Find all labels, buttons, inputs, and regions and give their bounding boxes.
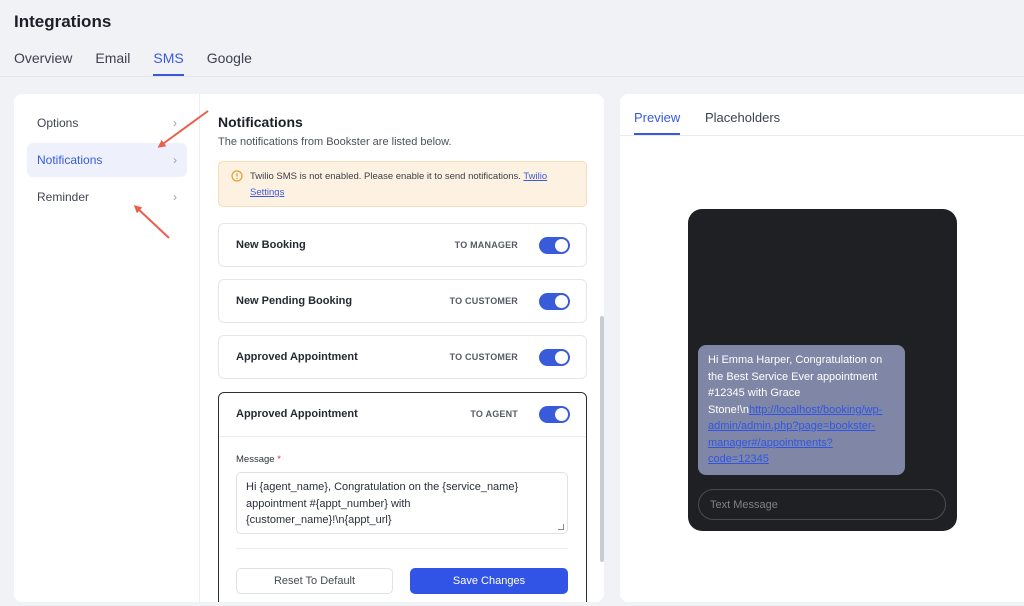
chevron-right-icon: › [173, 116, 177, 130]
warning-text: Twilio SMS is not enabled. Please enable… [250, 171, 521, 182]
sidebar-item-label: Options [37, 116, 79, 130]
tab-google[interactable]: Google [207, 50, 252, 76]
divider [236, 548, 568, 549]
tab-email[interactable]: Email [95, 50, 130, 76]
appointment-link[interactable]: manager#/appointments? [708, 437, 833, 449]
appointment-link[interactable]: code=12345 [708, 453, 769, 465]
scrollbar[interactable] [600, 316, 604, 562]
enable-toggle[interactable] [539, 237, 570, 254]
notifications-content: Notifications The notifications from Boo… [218, 94, 594, 602]
save-changes-button[interactable]: Save Changes [410, 568, 568, 594]
notification-name: Approved Appointment [236, 351, 358, 363]
settings-panel: Options › Notifications › Reminder › Not… [14, 94, 604, 602]
sms-sidebar: Options › Notifications › Reminder › [14, 94, 200, 602]
notification-target: TO CUSTOMER [449, 352, 518, 362]
notification-target: TO CUSTOMER [449, 296, 518, 306]
required-mark: * [277, 454, 281, 465]
sidebar-item-label: Notifications [37, 153, 103, 167]
notification-name: Approved Appointment [236, 408, 358, 420]
sms-message-bubble: Hi Emma Harper, Congratulation on the Be… [698, 345, 905, 475]
appointment-link[interactable]: http://localhost/booking/wp- [749, 404, 882, 416]
preview-tabs-divider [620, 135, 1024, 136]
notification-row[interactable]: New Pending Booking TO CUSTOMER [218, 279, 587, 323]
chevron-right-icon: › [173, 153, 177, 167]
notification-target: TO AGENT [470, 409, 518, 419]
notification-row[interactable]: New Booking TO MANAGER [218, 223, 587, 267]
tab-sms[interactable]: SMS [153, 50, 184, 76]
page-title: Integrations [14, 12, 112, 31]
notification-name: New Booking [236, 239, 306, 251]
warning-circle-icon [231, 170, 243, 182]
tabs-divider [0, 76, 1024, 77]
sidebar-item-options[interactable]: Options › [27, 106, 187, 140]
sidebar-item-notifications[interactable]: Notifications › [27, 143, 187, 177]
sidebar-item-label: Reminder [37, 190, 90, 204]
enable-toggle[interactable] [539, 349, 570, 366]
notification-row-header[interactable]: Approved Appointment TO AGENT [219, 393, 586, 437]
message-label: Message * [236, 454, 281, 465]
integration-tabs: Overview Email SMS Google [14, 50, 275, 76]
message-textarea[interactable]: Hi {agent_name}, Congratulation on the {… [236, 472, 568, 534]
preview-panel: Preview Placeholders Hi Emma Harper, Con… [620, 94, 1024, 602]
notification-row[interactable]: Approved Appointment TO CUSTOMER [218, 335, 587, 379]
resize-handle-icon[interactable] [558, 524, 564, 530]
reset-to-default-button[interactable]: Reset To Default [236, 568, 393, 594]
phone-preview: Hi Emma Harper, Congratulation on the Be… [688, 209, 957, 531]
enable-toggle[interactable] [539, 293, 570, 310]
notification-target: TO MANAGER [454, 240, 518, 250]
section-subtitle: The notifications from Bookster are list… [218, 136, 452, 148]
sidebar-item-reminder[interactable]: Reminder › [27, 180, 187, 214]
chevron-right-icon: › [173, 190, 177, 204]
appointment-link[interactable]: admin/admin.php?page=bookster- [708, 420, 875, 432]
tab-overview[interactable]: Overview [14, 50, 72, 76]
enable-toggle[interactable] [539, 406, 570, 423]
notification-name: New Pending Booking [236, 295, 353, 307]
tab-preview[interactable]: Preview [634, 110, 681, 135]
tab-placeholders[interactable]: Placeholders [705, 110, 780, 133]
twilio-warning-banner: Twilio SMS is not enabled. Please enable… [218, 161, 587, 207]
text-message-input[interactable]: Text Message [698, 489, 946, 520]
section-title: Notifications [218, 114, 303, 130]
expanded-notification: Approved Appointment TO AGENT Message * … [218, 392, 587, 602]
